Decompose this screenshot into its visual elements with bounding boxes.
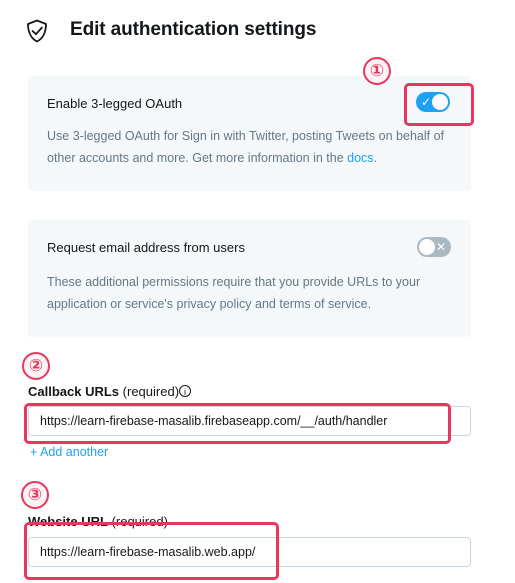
- email-toggle[interactable]: ✕: [417, 237, 451, 257]
- oauth-description-text: Use 3-legged OAuth for Sign in with Twit…: [47, 129, 444, 165]
- callback-urls-label: Callback URLs (required): [28, 384, 179, 399]
- highlight-box: [404, 83, 474, 126]
- annotation-badge: ②: [22, 352, 50, 380]
- info-icon[interactable]: i: [179, 385, 191, 397]
- email-description: These additional permissions require tha…: [47, 275, 421, 311]
- email-settings-card: Request email address from users These a…: [28, 220, 471, 337]
- oauth-description: Use 3-legged OAuth for Sign in with Twit…: [47, 125, 457, 169]
- highlight-box: [24, 522, 279, 580]
- callback-label-text: Callback URLs: [28, 384, 120, 399]
- required-text: (required): [122, 384, 180, 399]
- add-another-link[interactable]: + Add another: [30, 445, 108, 459]
- highlight-box: [24, 403, 451, 444]
- docs-link[interactable]: docs: [347, 151, 373, 165]
- annotation-badge: ①: [363, 57, 391, 85]
- shield-icon: [27, 19, 47, 43]
- toggle-knob: [419, 239, 435, 255]
- oauth-title: Enable 3-legged OAuth: [47, 96, 183, 111]
- annotation-badge: ③: [21, 481, 49, 509]
- page-title: Edit authentication settings: [70, 19, 317, 40]
- oauth-description-suffix: .: [373, 151, 378, 165]
- email-title: Request email address from users: [47, 240, 245, 255]
- page-header: Edit authentication settings: [26, 16, 316, 46]
- close-icon: ✕: [435, 240, 446, 254]
